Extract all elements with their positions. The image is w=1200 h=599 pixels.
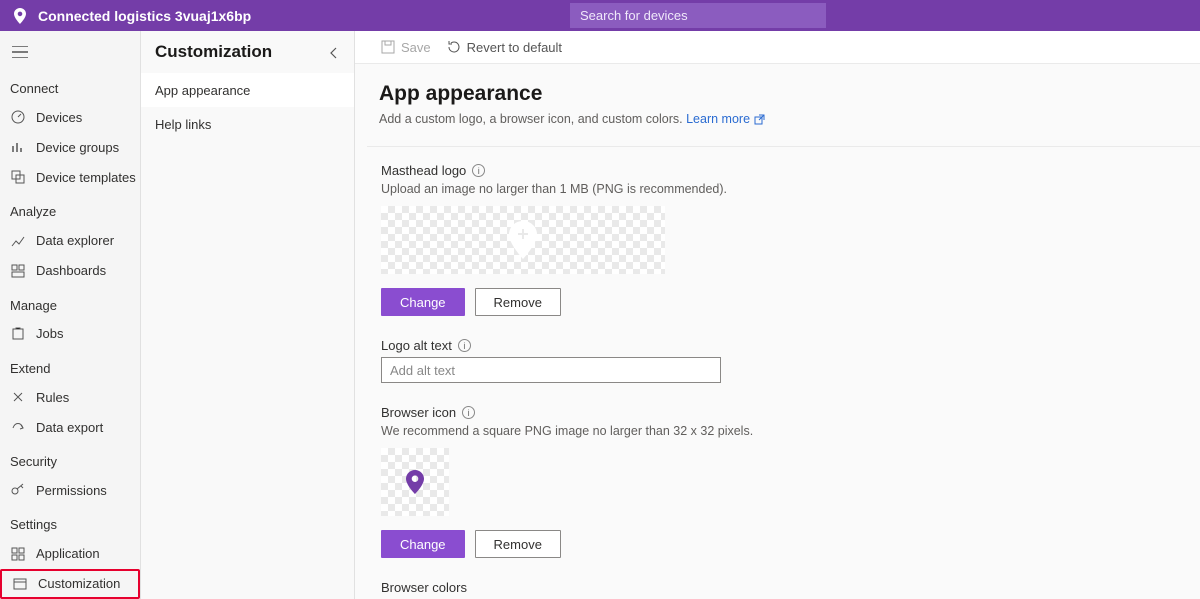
masthead-logo-preview xyxy=(381,206,665,274)
sidebar-item-label: Customization xyxy=(38,576,120,591)
secondary-sidebar: Customization App appearance Help links xyxy=(141,31,355,599)
sidebar-item-label: Data export xyxy=(36,420,103,435)
info-icon[interactable]: i xyxy=(472,164,485,177)
jobs-icon xyxy=(10,326,26,342)
revert-label: Revert to default xyxy=(467,40,562,55)
sidebar-section-extend: Extend xyxy=(0,349,140,382)
sidebar-item-dashboards[interactable]: Dashboards xyxy=(0,256,140,286)
external-link-icon xyxy=(754,114,765,125)
rules-icon xyxy=(10,389,26,405)
subtitle-text: Add a custom logo, a browser icon, and c… xyxy=(379,112,686,126)
sidebar-item-data-explorer[interactable]: Data explorer xyxy=(0,225,140,255)
line-chart-icon xyxy=(10,233,26,249)
save-label: Save xyxy=(401,40,431,55)
templates-icon xyxy=(10,169,26,185)
sidebar-item-permissions[interactable]: Permissions xyxy=(0,475,140,505)
chevron-left-icon xyxy=(329,47,339,59)
submenu-item-label: App appearance xyxy=(155,83,250,98)
sidebar-item-label: Application xyxy=(36,546,100,561)
save-icon xyxy=(381,40,395,54)
submenu-title: Customization xyxy=(141,31,354,73)
sidebar-item-device-groups[interactable]: Device groups xyxy=(0,132,140,162)
browser-colors-label: Browser colors xyxy=(381,580,1200,595)
hamburger-button[interactable] xyxy=(0,35,140,69)
search-container xyxy=(570,3,826,28)
revert-button[interactable]: Revert to default xyxy=(447,40,562,55)
sidebar-section-analyze: Analyze xyxy=(0,192,140,225)
submenu-item-label: Help links xyxy=(155,117,211,132)
learn-more-link[interactable]: Learn more xyxy=(686,112,764,126)
app-title: Connected logistics 3vuaj1x6bp xyxy=(38,8,251,24)
submenu-item-help-links[interactable]: Help links xyxy=(141,107,354,141)
sidebar-item-label: Dashboards xyxy=(36,263,106,278)
sidebar-section-settings: Settings xyxy=(0,505,140,538)
sidebar-section-connect: Connect xyxy=(0,69,140,102)
favicon-pin-icon xyxy=(406,470,424,494)
info-icon[interactable]: i xyxy=(458,339,471,352)
browser-icon-preview xyxy=(381,448,449,516)
revert-icon xyxy=(447,40,461,54)
customize-icon xyxy=(12,576,28,592)
sidebar-item-devices[interactable]: Devices xyxy=(0,102,140,132)
sidebar-item-label: Rules xyxy=(36,390,69,405)
dashboard-icon xyxy=(10,263,26,279)
location-pin-icon xyxy=(10,8,30,24)
info-icon[interactable]: i xyxy=(462,406,475,419)
page-title: App appearance xyxy=(379,82,1200,106)
masthead-change-button[interactable]: Change xyxy=(381,288,465,316)
sidebar-item-data-export[interactable]: Data export xyxy=(0,412,140,442)
sidebar-item-application[interactable]: Application xyxy=(0,538,140,568)
browser-icon-change-button[interactable]: Change xyxy=(381,530,465,558)
sidebar-item-jobs[interactable]: Jobs xyxy=(0,319,140,349)
submenu-item-app-appearance[interactable]: App appearance xyxy=(141,73,354,107)
browser-icon-helper: We recommend a square PNG image no large… xyxy=(381,424,1200,438)
logo-placeholder-pin-icon xyxy=(509,221,537,259)
grid-icon xyxy=(10,546,26,562)
app-header: Connected logistics 3vuaj1x6bp xyxy=(0,0,1200,31)
sidebar-section-security: Security xyxy=(0,442,140,475)
masthead-logo-label: Masthead logo i xyxy=(381,163,1200,178)
logo-alt-label: Logo alt text i xyxy=(381,338,1200,353)
search-input[interactable] xyxy=(570,3,826,28)
export-icon xyxy=(10,419,26,435)
primary-sidebar: Connect Devices Device groups Device tem… xyxy=(0,31,141,599)
content-pane: Save Revert to default App appearance Ad… xyxy=(355,31,1200,599)
sidebar-item-label: Device templates xyxy=(36,170,136,185)
browser-icon-remove-button[interactable]: Remove xyxy=(475,530,561,558)
browser-icon-label: Browser icon i xyxy=(381,405,1200,420)
sidebar-item-label: Devices xyxy=(36,110,82,125)
gauge-icon xyxy=(10,109,26,125)
sidebar-item-label: Device groups xyxy=(36,140,119,155)
masthead-remove-button[interactable]: Remove xyxy=(475,288,561,316)
sidebar-item-label: Jobs xyxy=(36,326,63,341)
masthead-logo-helper: Upload an image no larger than 1 MB (PNG… xyxy=(381,182,1200,196)
sidebar-item-label: Permissions xyxy=(36,483,107,498)
sidebar-item-label: Data explorer xyxy=(36,233,114,248)
sidebar-section-manage: Manage xyxy=(0,286,140,319)
key-icon xyxy=(10,482,26,498)
sidebar-item-customization[interactable]: Customization xyxy=(0,569,140,599)
bar-chart-icon xyxy=(10,139,26,155)
content-toolbar: Save Revert to default xyxy=(355,31,1200,63)
sidebar-item-device-templates[interactable]: Device templates xyxy=(0,162,140,192)
collapse-submenu-button[interactable] xyxy=(324,43,344,63)
sidebar-item-rules[interactable]: Rules xyxy=(0,382,140,412)
save-button[interactable]: Save xyxy=(381,40,431,55)
page-subtitle: Add a custom logo, a browser icon, and c… xyxy=(379,112,1200,126)
hamburger-icon xyxy=(12,46,28,58)
logo-alt-input[interactable] xyxy=(381,357,721,383)
